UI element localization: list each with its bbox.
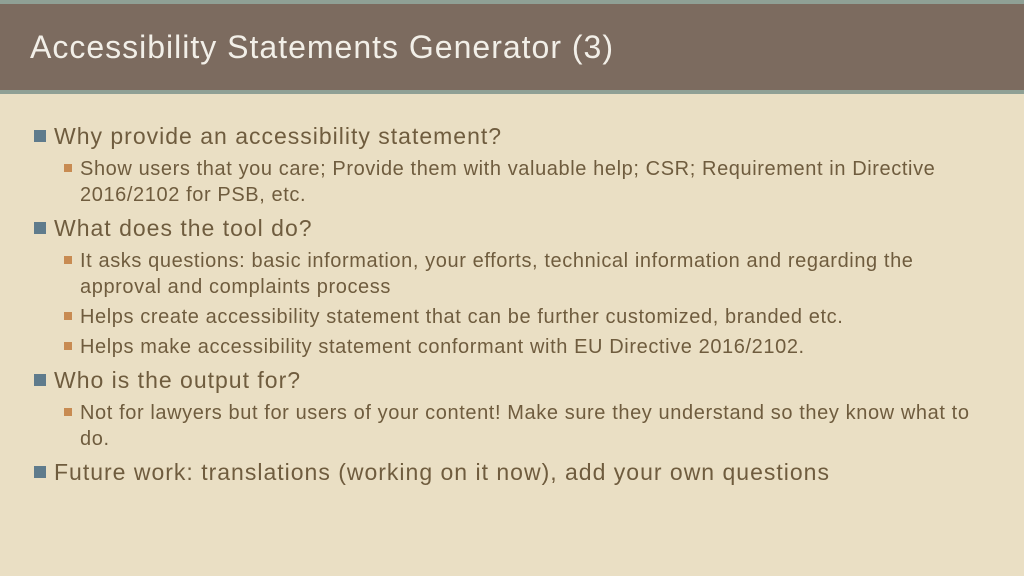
list-item: Who is the output for? Not for lawyers b… bbox=[34, 366, 990, 452]
square-bullet-icon bbox=[34, 222, 46, 234]
square-bullet-icon bbox=[64, 312, 72, 320]
l2-text: Helps create accessibility statement tha… bbox=[80, 304, 843, 330]
square-bullet-icon bbox=[64, 256, 72, 264]
list-item: Show users that you care; Provide them w… bbox=[64, 156, 990, 208]
slide-body: Why provide an accessibility statement? … bbox=[0, 94, 1024, 514]
bullet-list-level2: Show users that you care; Provide them w… bbox=[64, 156, 990, 208]
l1-text: What does the tool do? bbox=[54, 214, 313, 244]
square-bullet-icon bbox=[34, 374, 46, 386]
l1-text: Who is the output for? bbox=[54, 366, 301, 396]
square-bullet-icon bbox=[34, 130, 46, 142]
slide-title: Accessibility Statements Generator (3) bbox=[30, 29, 614, 66]
slide-header: Accessibility Statements Generator (3) bbox=[0, 0, 1024, 94]
l1-text: Why provide an accessibility statement? bbox=[54, 122, 502, 152]
list-item: Helps make accessibility statement confo… bbox=[64, 334, 990, 360]
list-item: What does the tool do? It asks questions… bbox=[34, 214, 990, 360]
list-item: Why provide an accessibility statement? … bbox=[34, 122, 990, 208]
l2-text: Show users that you care; Provide them w… bbox=[80, 156, 990, 208]
square-bullet-icon bbox=[64, 408, 72, 416]
list-item: It asks questions: basic information, yo… bbox=[64, 248, 990, 300]
square-bullet-icon bbox=[64, 342, 72, 350]
list-item: Not for lawyers but for users of your co… bbox=[64, 400, 990, 452]
list-item: Future work: translations (working on it… bbox=[34, 458, 990, 488]
slide: Accessibility Statements Generator (3) W… bbox=[0, 0, 1024, 576]
bullet-list-level2: It asks questions: basic information, yo… bbox=[64, 248, 990, 360]
l2-text: Not for lawyers but for users of your co… bbox=[80, 400, 990, 452]
l1-text: Future work: translations (working on it… bbox=[54, 458, 830, 488]
l2-text: It asks questions: basic information, yo… bbox=[80, 248, 990, 300]
l2-text: Helps make accessibility statement confo… bbox=[80, 334, 805, 360]
list-item: Helps create accessibility statement tha… bbox=[64, 304, 990, 330]
bullet-list-level2: Not for lawyers but for users of your co… bbox=[64, 400, 990, 452]
square-bullet-icon bbox=[64, 164, 72, 172]
square-bullet-icon bbox=[34, 466, 46, 478]
bullet-list-level1: Why provide an accessibility statement? … bbox=[34, 122, 990, 488]
